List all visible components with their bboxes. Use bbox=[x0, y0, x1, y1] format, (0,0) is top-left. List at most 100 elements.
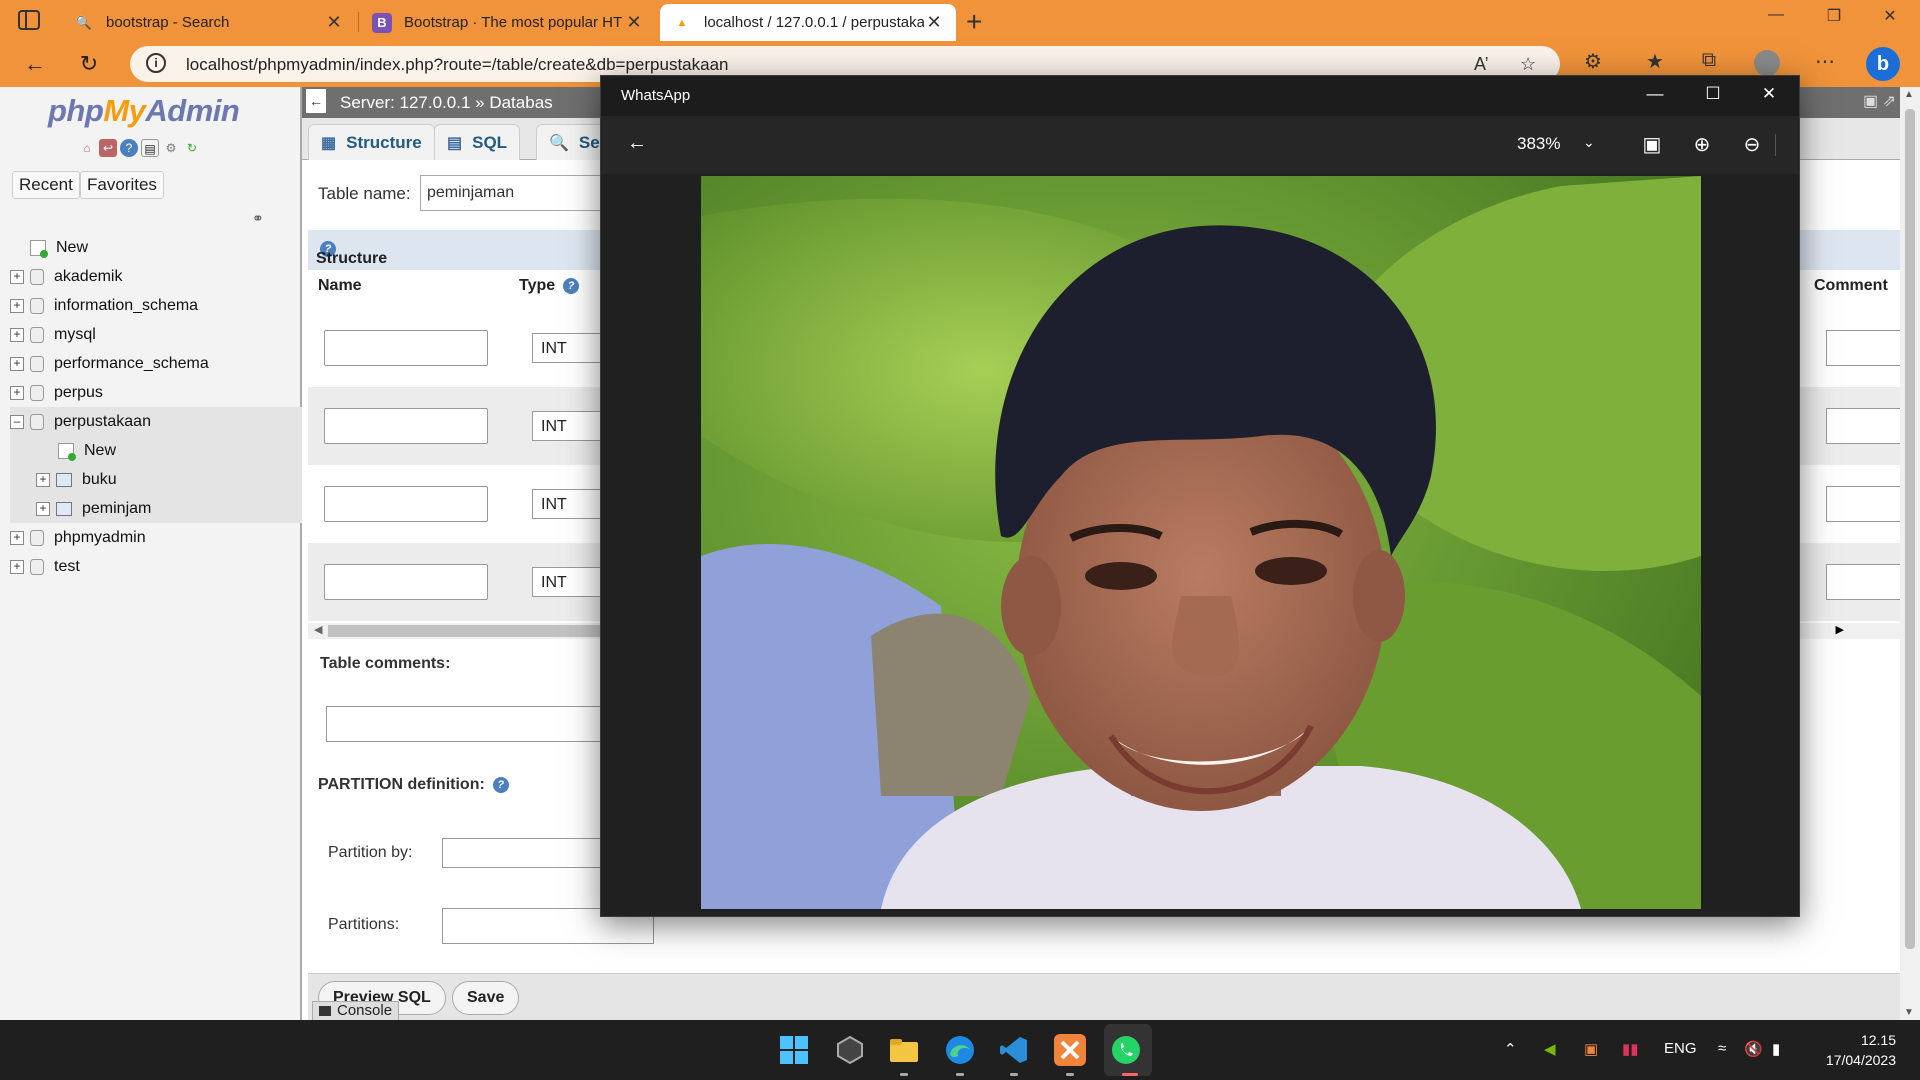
minimize-icon[interactable]: — bbox=[1756, 6, 1796, 24]
tab-phpmyadmin[interactable]: ▲ localhost / 127.0.0.1 / perpustaka ✕ bbox=[660, 4, 956, 41]
help-icon[interactable]: ? bbox=[120, 139, 138, 157]
tree-db-test[interactable]: + test bbox=[10, 552, 302, 581]
tree-db-information-schema[interactable]: + information_schema bbox=[10, 291, 302, 320]
field-name-input[interactable] bbox=[324, 330, 488, 366]
tree-db-mysql[interactable]: + mysql bbox=[10, 320, 302, 349]
fit-to-window-icon[interactable]: ▣ bbox=[1637, 132, 1667, 157]
edge-icon[interactable] bbox=[944, 1034, 976, 1066]
tree-db-performance-schema[interactable]: + performance_schema bbox=[10, 349, 302, 378]
restore-icon[interactable]: ❐ bbox=[1814, 6, 1854, 26]
expand-icon[interactable]: + bbox=[10, 559, 24, 574]
expand-icon[interactable]: + bbox=[36, 472, 50, 487]
zoom-in-icon[interactable]: ⊕ bbox=[1687, 132, 1717, 157]
phpmyadmin-logo[interactable]: phpMyAdmin bbox=[48, 93, 240, 129]
tree-db-perpustakaan[interactable]: – perpustakaan bbox=[10, 407, 302, 436]
tree-db-phpmyadmin[interactable]: + phpmyadmin bbox=[10, 523, 302, 552]
scroll-up-icon[interactable]: ▲ bbox=[1904, 89, 1914, 100]
battery-icon[interactable]: ▮ bbox=[1772, 1040, 1780, 1058]
link-with-main-icon[interactable]: ⚭ bbox=[252, 210, 264, 227]
expand-icon[interactable]: + bbox=[10, 530, 24, 545]
breadcrumb-server[interactable]: Server: 127.0.0.1 » Databas bbox=[340, 93, 553, 113]
vscode-icon[interactable] bbox=[998, 1034, 1030, 1066]
bing-copilot-icon[interactable]: b bbox=[1866, 47, 1900, 81]
chevron-down-icon[interactable]: ⌄ bbox=[1583, 134, 1595, 151]
extensions-icon[interactable]: ⚙ bbox=[1578, 49, 1608, 74]
console-toggle[interactable]: Console bbox=[312, 1001, 400, 1021]
close-tab-icon[interactable]: ✕ bbox=[924, 12, 944, 33]
start-icon[interactable] bbox=[778, 1034, 810, 1066]
file-explorer-icon[interactable] bbox=[888, 1034, 920, 1066]
expand-icon[interactable]: + bbox=[10, 385, 24, 400]
tab-structure[interactable]: ▦ Structure bbox=[308, 124, 435, 160]
read-aloud-icon[interactable]: A’ bbox=[1474, 54, 1489, 75]
minimize-icon[interactable]: — bbox=[1635, 84, 1675, 104]
field-name-input[interactable] bbox=[324, 564, 488, 600]
more-menu-icon[interactable]: ⋯ bbox=[1810, 49, 1840, 74]
scroll-down-icon[interactable]: ▼ bbox=[1904, 1007, 1914, 1018]
field-comment-input[interactable] bbox=[1826, 408, 1906, 444]
back-icon[interactable]: ← bbox=[627, 132, 647, 155]
tree-table-peminjam[interactable]: + peminjam bbox=[10, 494, 302, 523]
add-favorite-icon[interactable]: ☆ bbox=[1520, 54, 1536, 75]
save-button[interactable]: Save bbox=[452, 981, 520, 1015]
tree-new[interactable]: New bbox=[10, 233, 302, 262]
profile-avatar[interactable] bbox=[1754, 50, 1780, 76]
scroll-left-icon[interactable]: ◀ bbox=[314, 623, 322, 636]
volume-muted-icon[interactable]: 🔇 bbox=[1744, 1040, 1763, 1058]
expand-icon[interactable]: + bbox=[10, 298, 24, 313]
expand-icon[interactable]: + bbox=[36, 501, 50, 516]
nvidia-icon[interactable]: ◀ bbox=[1544, 1040, 1556, 1058]
lock-icon[interactable]: ▣ ⇗ bbox=[1863, 91, 1896, 111]
recent-button[interactable]: Recent bbox=[12, 171, 80, 199]
docs-icon[interactable]: ▤ bbox=[141, 139, 159, 157]
collapse-icon[interactable]: – bbox=[10, 414, 24, 429]
tab-bootstrap-search[interactable]: 🔍 bootstrap - Search ✕ bbox=[62, 4, 356, 41]
favorites-button[interactable]: Favorites bbox=[80, 171, 164, 199]
new-tab-icon[interactable]: + bbox=[966, 6, 982, 38]
page-scrollbar[interactable]: ▲ ▼ bbox=[1900, 87, 1920, 1020]
tree-table-new[interactable]: New bbox=[10, 436, 302, 465]
audio-app-icon[interactable]: ▮▮ bbox=[1622, 1040, 1639, 1058]
tree-table-buku[interactable]: + buku bbox=[10, 465, 302, 494]
close-window-icon[interactable]: ✕ bbox=[1870, 6, 1910, 26]
show-hidden-icons[interactable]: ⌃ bbox=[1504, 1040, 1517, 1058]
field-comment-input[interactable] bbox=[1826, 564, 1906, 600]
tab-actions-icon[interactable] bbox=[18, 10, 40, 30]
xampp-icon[interactable] bbox=[1054, 1034, 1086, 1066]
reload-icon[interactable]: ↻ bbox=[183, 139, 201, 157]
tab-sql[interactable]: ▤ SQL bbox=[434, 124, 521, 160]
help-icon[interactable]: ? bbox=[492, 776, 509, 793]
tab-bootstrap-home[interactable]: B Bootstrap · The most popular HT ✕ bbox=[360, 4, 656, 41]
language-indicator[interactable]: ENG bbox=[1664, 1040, 1697, 1057]
favorites-icon[interactable]: ★ bbox=[1640, 49, 1670, 74]
zoom-out-icon[interactable]: ⊖ bbox=[1737, 132, 1767, 157]
logout-icon[interactable]: ↩ bbox=[99, 139, 117, 157]
close-window-icon[interactable]: ✕ bbox=[1749, 84, 1789, 104]
field-name-input[interactable] bbox=[324, 486, 488, 522]
scroll-thumb[interactable] bbox=[1905, 109, 1915, 949]
refresh-icon[interactable]: ↻ bbox=[74, 51, 104, 77]
site-info-icon[interactable]: i bbox=[146, 53, 166, 73]
tree-db-perpus[interactable]: + perpus bbox=[10, 378, 302, 407]
zoom-level[interactable]: 383% bbox=[1517, 134, 1560, 154]
expand-icon[interactable]: + bbox=[10, 356, 24, 371]
expand-icon[interactable]: + bbox=[10, 269, 24, 284]
field-comment-input[interactable] bbox=[1826, 486, 1906, 522]
settings-icon[interactable]: ⚙ bbox=[162, 139, 180, 157]
expand-icon[interactable]: + bbox=[10, 327, 24, 342]
home-icon[interactable]: ⌂ bbox=[78, 139, 96, 157]
scroll-right-icon[interactable]: ▶ bbox=[1836, 623, 1844, 636]
close-tab-icon[interactable]: ✕ bbox=[624, 12, 644, 33]
close-tab-icon[interactable]: ✕ bbox=[324, 12, 344, 33]
collapse-nav-icon[interactable]: ← bbox=[306, 89, 326, 113]
scroll-thumb[interactable] bbox=[328, 625, 608, 637]
clock[interactable]: 12.15 17/04/2023 bbox=[1826, 1030, 1896, 1070]
widgets-icon[interactable] bbox=[834, 1034, 866, 1066]
xampp-tray-icon[interactable]: ▣ bbox=[1584, 1040, 1598, 1058]
help-icon[interactable]: ? bbox=[563, 277, 580, 294]
wifi-icon[interactable]: ≈ bbox=[1718, 1040, 1726, 1057]
maximize-icon[interactable]: ☐ bbox=[1693, 84, 1733, 104]
collections-icon[interactable]: ⧉ bbox=[1694, 49, 1724, 72]
back-icon[interactable]: ← bbox=[20, 51, 50, 77]
field-comment-input[interactable] bbox=[1826, 330, 1906, 366]
